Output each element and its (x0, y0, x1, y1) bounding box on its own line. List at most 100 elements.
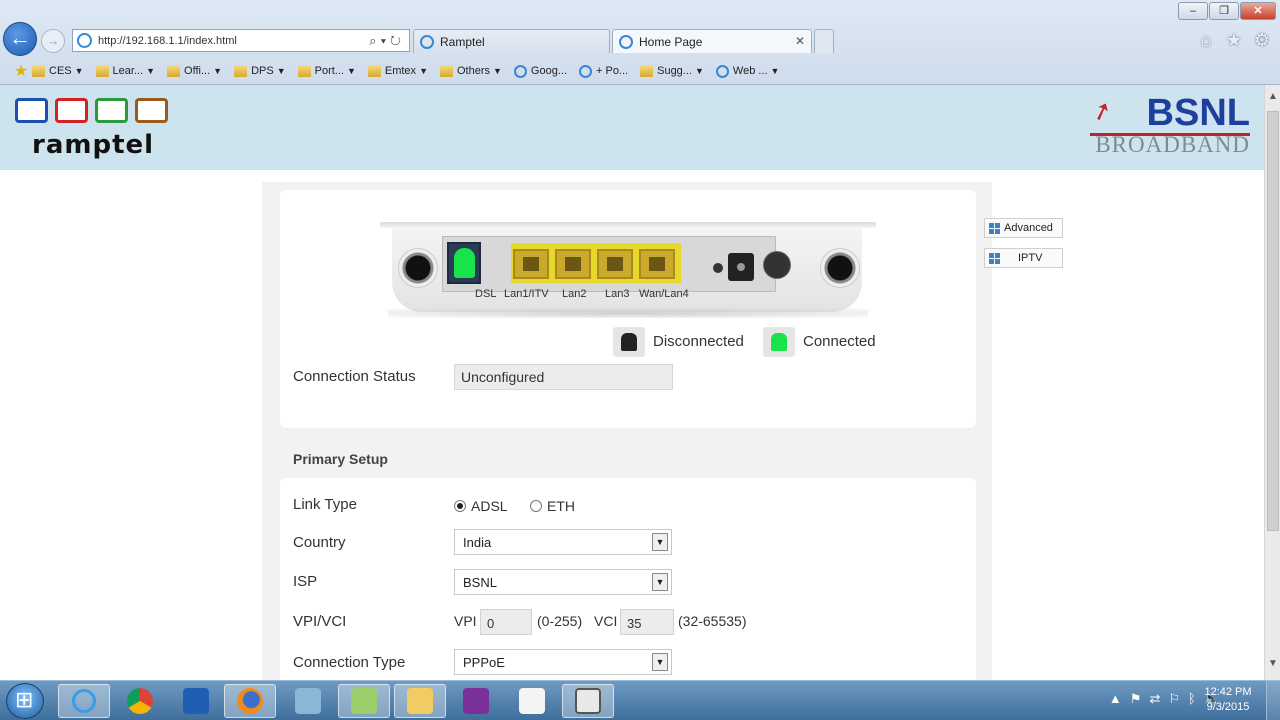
dsl-port-icon (447, 242, 481, 284)
start-button[interactable] (6, 683, 44, 719)
grid-icon (989, 252, 1000, 264)
restore-button[interactable]: ❐ (1209, 2, 1239, 20)
radio-selected-icon[interactable] (454, 500, 466, 512)
scroll-down-arrow-icon[interactable]: ▼ (1265, 658, 1280, 674)
connection-type-select[interactable]: PPPoE ▼ (454, 649, 672, 675)
link-type-adsl-radio[interactable]: ADSL (454, 498, 508, 514)
show-desktop-button[interactable] (1266, 681, 1280, 720)
taskbar-explorer[interactable] (394, 684, 446, 718)
scroll-up-arrow-icon[interactable]: ▲ (1265, 91, 1280, 107)
firefox-icon (237, 688, 263, 714)
folder-icon (234, 65, 248, 77)
isp-select[interactable]: BSNL ▼ (454, 569, 672, 595)
favorites-bar: ★ CES ▼ Lear... ▼ Offi... ▼ DPS ▼ Port... ▼ E… (0, 58, 1280, 84)
vci-input[interactable]: 35 (620, 609, 674, 635)
taskbar-apps[interactable] (506, 684, 558, 718)
ramptel-logo: ramptel (15, 98, 170, 160)
router-port-panel (442, 236, 791, 292)
taskbar-paint[interactable] (338, 684, 390, 718)
favorite-link[interactable]: Web ... ▼ (715, 64, 779, 78)
grid-icon (989, 222, 1000, 234)
show-hidden-icons-icon[interactable]: ▲ (1109, 691, 1122, 707)
dropdown-icon: ▼ (146, 66, 156, 76)
window-controls: – ❐ ✕ (1178, 2, 1276, 20)
vci-range: (32-65535) (678, 613, 747, 629)
forward-button[interactable]: → (41, 29, 65, 53)
vpi-label: VPI (454, 613, 477, 629)
lan4-port-icon (639, 249, 675, 279)
favorite-folder[interactable]: Emtex ▼ (367, 65, 428, 77)
taskbar-internet-explorer[interactable] (58, 684, 110, 718)
country-label: Country (293, 534, 346, 551)
taskbar-remote-desktop[interactable] (282, 684, 334, 718)
taskbar-firefox[interactable] (224, 684, 276, 718)
favorites-star-icon[interactable]: ★ (1224, 30, 1244, 50)
favorite-folder[interactable]: Offi... ▼ (167, 65, 222, 77)
favorites-star-icon[interactable]: ★ (10, 61, 32, 81)
disconnected-swatch-icon (613, 327, 645, 357)
favorite-folder[interactable]: Port... ▼ (297, 65, 356, 77)
broadband-wordmark: BROADBAND (1095, 132, 1250, 157)
vpi-range: (0-255) (537, 613, 583, 629)
favorite-label: CES (49, 65, 72, 77)
favorite-folder[interactable]: CES ▼ (32, 65, 84, 77)
link-type-eth-radio[interactable]: ETH (530, 498, 575, 514)
router-shadow (388, 308, 868, 318)
primary-setup-title: Primary Setup (293, 451, 388, 467)
gear-icon[interactable]: ⚙ (1252, 30, 1272, 50)
taskbar-clock[interactable]: 12:42 PM 9/3/2015 (1198, 685, 1258, 715)
vpi-vci-label: VPI/VCI (293, 613, 347, 630)
address-bar[interactable]: http://192.168.1.1/index.html ⌕▾↻ (72, 29, 410, 52)
taskbar-window[interactable] (562, 684, 614, 718)
flag-icon[interactable]: ⚑ (1130, 691, 1142, 707)
close-tab-icon[interactable]: ✕ (795, 34, 805, 48)
logo-box-red (55, 98, 88, 123)
favorite-label: DPS (251, 65, 274, 77)
bsnl-underline (1090, 133, 1250, 136)
scrollbar-thumb[interactable] (1267, 111, 1279, 531)
country-select[interactable]: India ▼ (454, 529, 672, 555)
lan1-port-icon (513, 249, 549, 279)
page-scrollbar[interactable]: ▲ ▼ (1264, 85, 1280, 680)
favorite-link[interactable]: Sugg... ▼ (640, 65, 704, 77)
taskbar-chrome[interactable] (114, 684, 166, 718)
web-page-icon (513, 64, 527, 78)
action-center-icon[interactable]: ⚐ (1168, 691, 1180, 707)
favorite-link[interactable]: + Po... (579, 64, 628, 78)
favorite-folder[interactable]: Lear... ▼ (95, 65, 156, 77)
folder-icon (439, 65, 453, 77)
tab-ramptel[interactable]: Ramptel (413, 29, 610, 53)
back-button[interactable]: ← (3, 22, 37, 56)
chevron-down-icon[interactable]: ▼ (652, 573, 668, 591)
iptv-label: IPTV (1018, 252, 1043, 264)
home-icon[interactable]: ⌂ (1196, 30, 1216, 50)
favorite-link[interactable]: Goog... (513, 64, 567, 78)
ie-tab-icon (619, 34, 633, 49)
taskbar-outlook[interactable] (170, 684, 222, 718)
favorite-label: Port... (314, 65, 344, 77)
chevron-down-icon[interactable]: ▼ (652, 653, 668, 671)
address-url[interactable]: http://192.168.1.1/index.html (98, 35, 369, 47)
radio-unselected-icon[interactable] (530, 500, 542, 512)
dropdown-icon: ▼ (493, 66, 502, 76)
taskbar-onenote[interactable] (450, 684, 502, 718)
address-actions[interactable]: ⌕▾↻ (369, 33, 409, 49)
bluetooth-icon[interactable]: ᛒ (1188, 691, 1196, 707)
minimize-button[interactable]: – (1178, 2, 1208, 20)
new-tab-button[interactable] (814, 29, 834, 53)
adsl-option-label: ADSL (471, 498, 508, 514)
connection-status-label: Connection Status (293, 368, 416, 385)
advanced-button[interactable]: Advanced (984, 218, 1063, 238)
tab-home-page[interactable]: Home Page ✕ (612, 29, 812, 53)
iptv-button[interactable]: IPTV (984, 248, 1063, 268)
network-tray-icon[interactable]: ⇄ (1149, 691, 1160, 707)
chevron-down-icon[interactable]: ▼ (652, 533, 668, 551)
power-jack-icon (728, 253, 754, 281)
favorite-folder[interactable]: DPS ▼ (234, 65, 286, 77)
dropdown-icon: ▼ (419, 66, 428, 76)
vpi-input[interactable]: 0 (480, 609, 532, 635)
ie-tab-icon (420, 34, 434, 49)
favorite-folder[interactable]: Others ▼ (439, 65, 502, 77)
close-window-button[interactable]: ✕ (1240, 2, 1276, 20)
paint-icon (351, 688, 377, 714)
